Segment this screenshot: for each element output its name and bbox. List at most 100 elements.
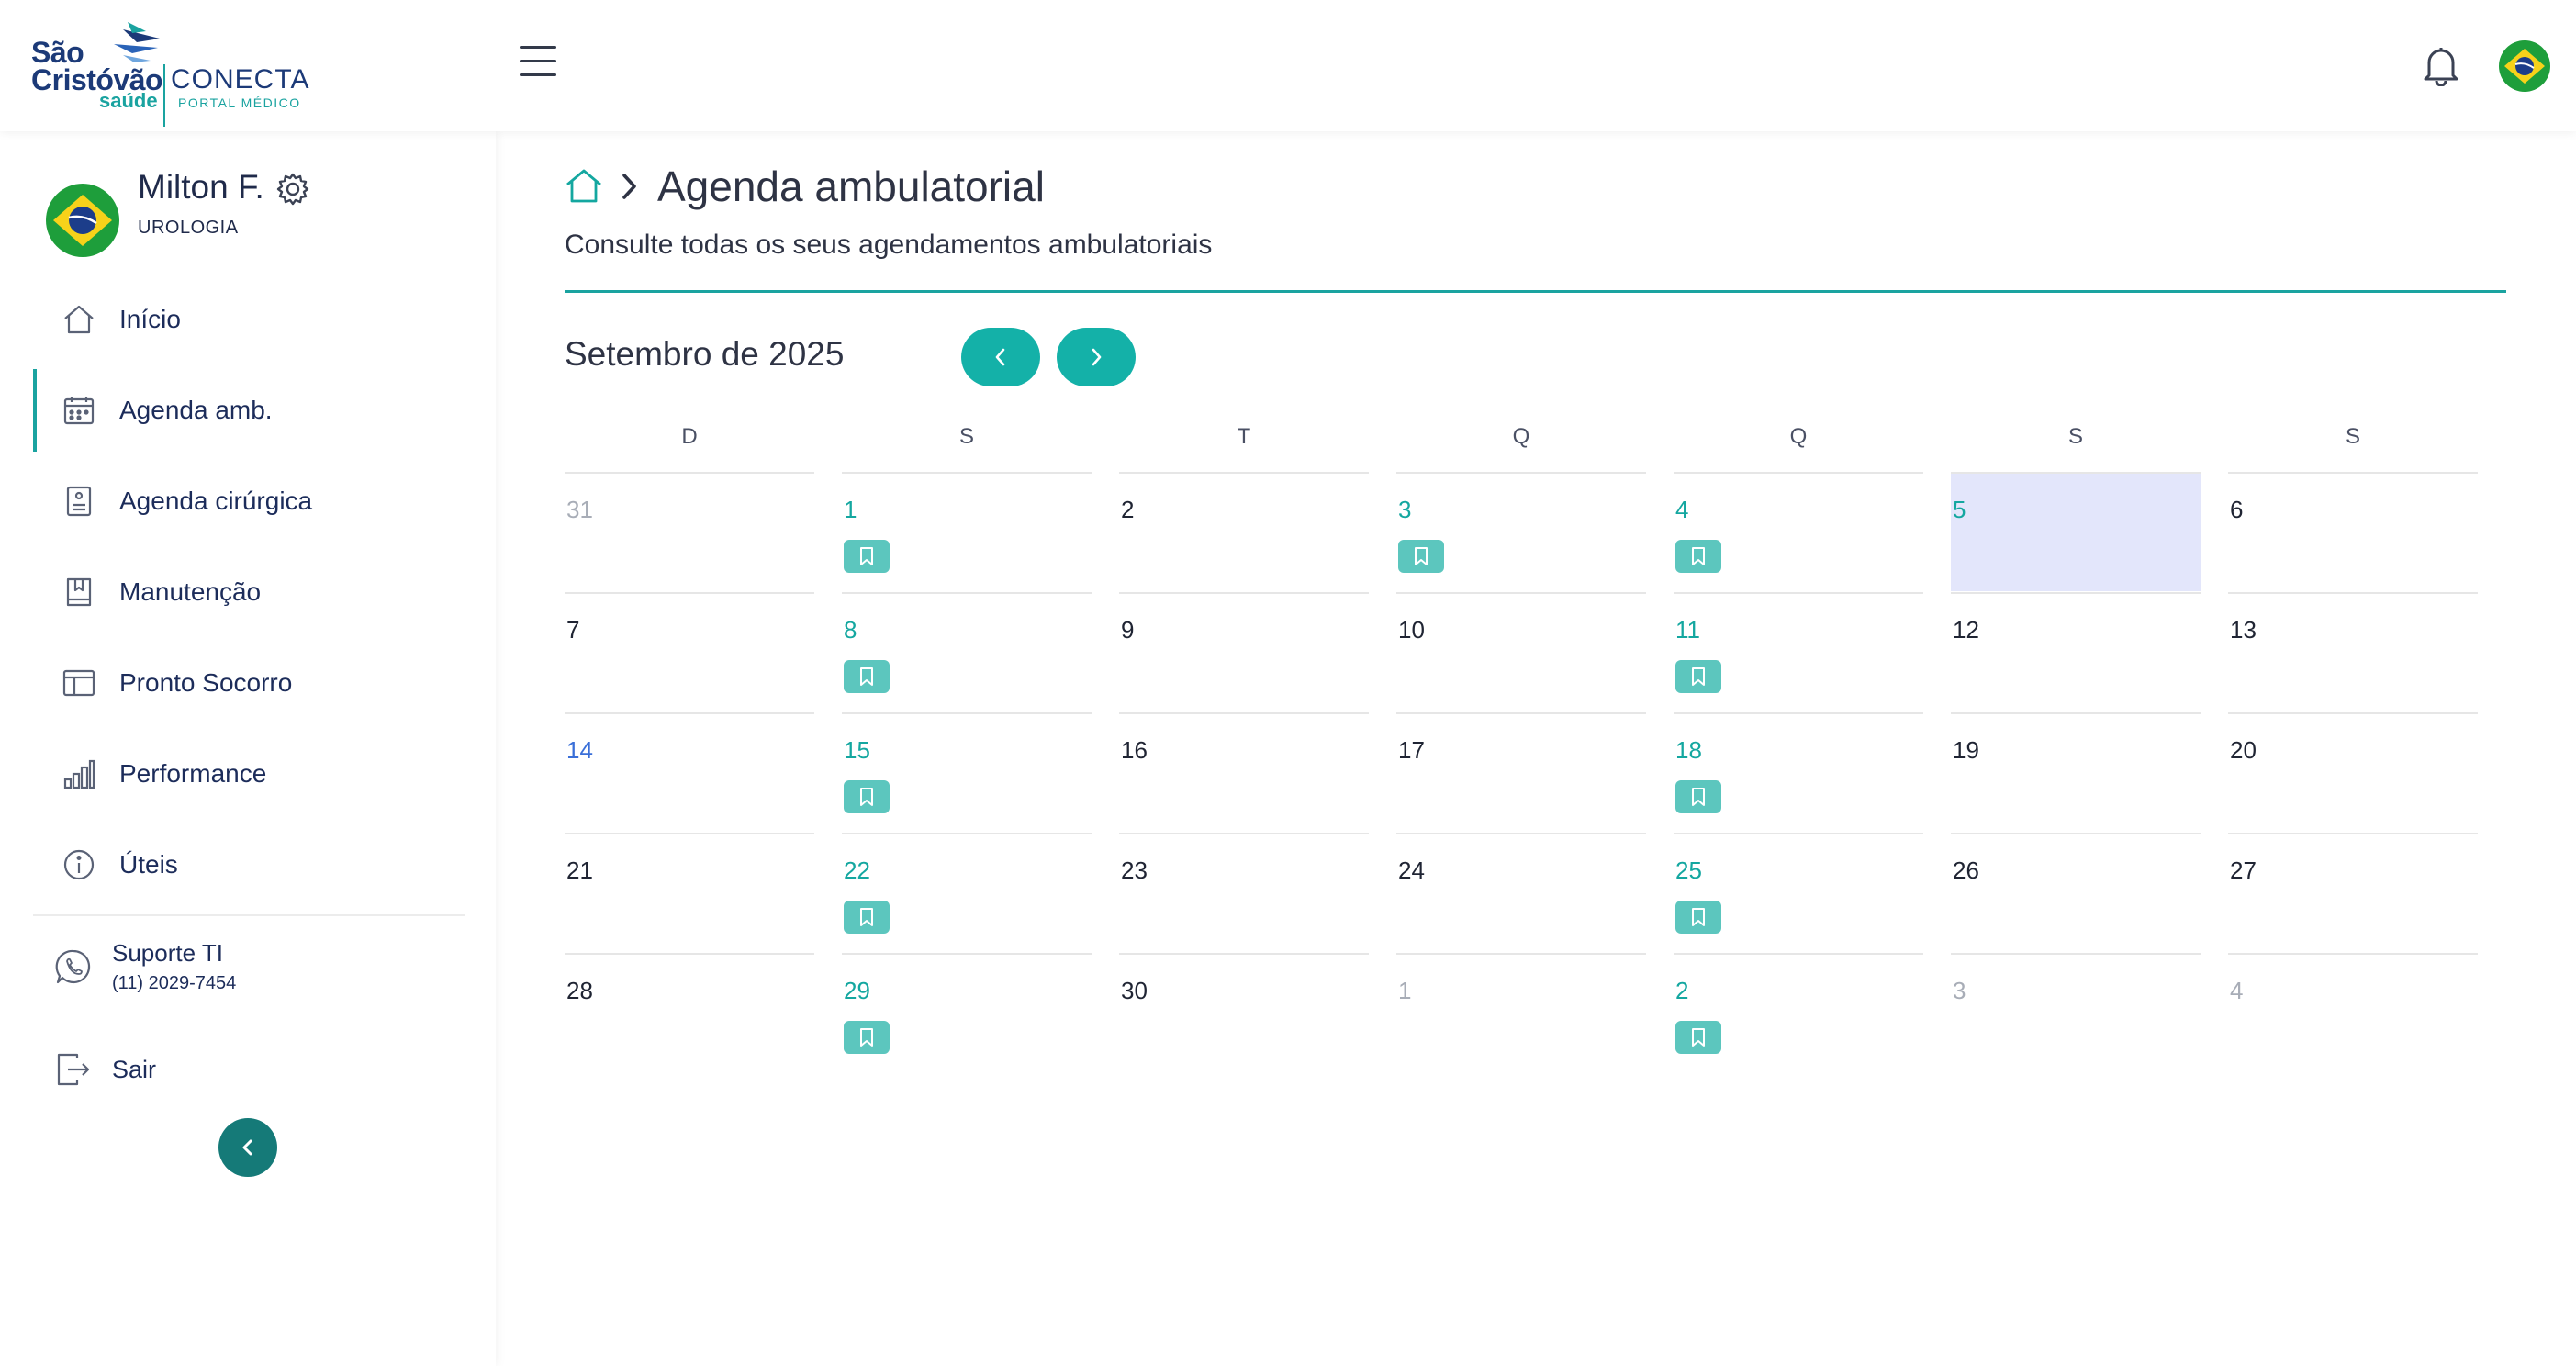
sidebar-item-inicio[interactable]: Início bbox=[33, 278, 465, 361]
profile-specialty: UROLOGIA bbox=[138, 218, 239, 238]
calendar-day[interactable]: 4 bbox=[2228, 953, 2478, 1072]
calendar-day[interactable]: 2 bbox=[1119, 472, 1369, 591]
sidebar-item-agenda-amb[interactable]: Agenda amb. bbox=[33, 369, 465, 452]
appointment-bookmark-icon[interactable] bbox=[844, 780, 890, 813]
calendar-day-number: 26 bbox=[1953, 857, 1979, 884]
calendar-day-number: 29 bbox=[844, 977, 870, 1004]
calendar-day-number: 25 bbox=[1675, 857, 1702, 884]
calendar-day-number: 8 bbox=[844, 616, 857, 644]
calendar-day-number: 13 bbox=[2230, 616, 2257, 644]
sidebar-item-uteis[interactable]: Úteis bbox=[33, 823, 465, 906]
calendar-day[interactable]: 1 bbox=[1396, 953, 1646, 1072]
calendar-day[interactable]: 6 bbox=[2228, 472, 2478, 591]
home-icon[interactable] bbox=[564, 166, 604, 207]
calendar-day[interactable]: 22 bbox=[842, 833, 1092, 952]
calendar-day-number: 4 bbox=[2230, 977, 2244, 1004]
logo-saude-text: saúde bbox=[99, 89, 158, 112]
calendar-day[interactable]: 25 bbox=[1674, 833, 1923, 952]
calendar-day[interactable]: 15 bbox=[842, 712, 1092, 832]
calendar-day[interactable]: 27 bbox=[2228, 833, 2478, 952]
calendar-day-number: 20 bbox=[2230, 736, 2257, 764]
logout-button[interactable]: Sair bbox=[55, 1051, 156, 1088]
calendar-day-number: 14 bbox=[566, 736, 593, 764]
calendar-day-number: 17 bbox=[1398, 736, 1425, 764]
menu-icon[interactable] bbox=[520, 46, 558, 83]
calendar-day[interactable]: 21 bbox=[565, 833, 814, 952]
calendar-day-number: 16 bbox=[1121, 736, 1148, 764]
chevron-left-icon bbox=[242, 1139, 252, 1156]
weekday-label: T bbox=[1237, 424, 1251, 449]
sidebar-item-performance[interactable]: Performance bbox=[33, 733, 465, 815]
calendar-day[interactable]: 20 bbox=[2228, 712, 2478, 832]
sidebar-item-label: Manutenção bbox=[119, 577, 262, 606]
calendar-day[interactable]: 10 bbox=[1396, 592, 1646, 711]
calendar-day-number: 7 bbox=[566, 616, 580, 644]
avatar bbox=[46, 184, 119, 257]
calendar-day[interactable]: 31 bbox=[565, 472, 814, 591]
weekday-label: Q bbox=[1512, 424, 1530, 449]
appointment-bookmark-icon[interactable] bbox=[844, 1021, 890, 1054]
appointment-bookmark-icon[interactable] bbox=[1675, 780, 1721, 813]
calendar-day-number: 31 bbox=[566, 496, 593, 523]
bell-icon[interactable] bbox=[2422, 44, 2460, 87]
calendar-day-number: 3 bbox=[1398, 496, 1412, 523]
logout-icon bbox=[55, 1051, 92, 1088]
calendar-day[interactable]: 2 bbox=[1674, 953, 1923, 1072]
calendar-day-number: 27 bbox=[2230, 857, 2257, 884]
calendar-day[interactable]: 7 bbox=[565, 592, 814, 711]
calendar-day[interactable]: 11 bbox=[1674, 592, 1923, 711]
calendar-day[interactable]: 19 bbox=[1951, 712, 2201, 832]
sidebar-item-agenda-cirurgica[interactable]: Agenda cirúrgica bbox=[33, 460, 465, 543]
calendar-day-number: 15 bbox=[844, 736, 870, 764]
calendar-day[interactable]: 29 bbox=[842, 953, 1092, 1072]
calendar-day[interactable]: 16 bbox=[1119, 712, 1369, 832]
appointment-bookmark-icon[interactable] bbox=[844, 901, 890, 934]
sidebar-item-pronto-socorro[interactable]: Pronto Socorro bbox=[33, 642, 465, 724]
calendar-day[interactable]: 12 bbox=[1951, 592, 2201, 711]
next-month-button[interactable] bbox=[1057, 328, 1136, 386]
calendar-day[interactable]: 13 bbox=[2228, 592, 2478, 711]
appointment-bookmark-icon[interactable] bbox=[1398, 540, 1444, 573]
calendar-day[interactable]: 3 bbox=[1396, 472, 1646, 591]
calendar-day[interactable]: 1 bbox=[842, 472, 1092, 591]
home-icon bbox=[61, 301, 97, 338]
calendar-day[interactable]: 3 bbox=[1951, 953, 2201, 1072]
sao-cristovao-logo[interactable]: São Cristóvão saúde CONECTA PORTAL MÉDIC… bbox=[31, 20, 308, 127]
gear-icon[interactable] bbox=[275, 172, 310, 207]
calendar-day[interactable]: 24 bbox=[1396, 833, 1646, 952]
collapse-sidebar-button[interactable] bbox=[218, 1118, 277, 1177]
calendar-day[interactable]: 28 bbox=[565, 953, 814, 1072]
logo-portal-text: PORTAL MÉDICO bbox=[178, 95, 301, 110]
calendar-day[interactable]: 18 bbox=[1674, 712, 1923, 832]
brazil-flag-icon[interactable] bbox=[2499, 40, 2550, 92]
previous-month-button[interactable] bbox=[961, 328, 1040, 386]
sidebar-item-manutencao[interactable]: Manutenção bbox=[33, 551, 465, 633]
calendar-day-today[interactable]: 5 bbox=[1951, 472, 2201, 591]
calendar-day-number: 9 bbox=[1121, 616, 1135, 644]
sidebar-item-label: Agenda cirúrgica bbox=[119, 487, 313, 515]
calendar-day[interactable]: 30 bbox=[1119, 953, 1369, 1072]
appointment-bookmark-icon[interactable] bbox=[844, 540, 890, 573]
support-link[interactable]: Suporte TI (11) 2029-7454 bbox=[55, 939, 236, 994]
calendar-day-number: 12 bbox=[1953, 616, 1979, 644]
calendar-day[interactable]: 23 bbox=[1119, 833, 1369, 952]
appointment-bookmark-icon[interactable] bbox=[1675, 540, 1721, 573]
appointment-bookmark-icon[interactable] bbox=[844, 660, 890, 693]
calendar-day[interactable]: 17 bbox=[1396, 712, 1646, 832]
chevron-right-icon bbox=[617, 171, 641, 202]
calendar-day-number: 3 bbox=[1953, 977, 1966, 1004]
support-label: Suporte TI bbox=[112, 939, 223, 967]
appointment-bookmark-icon[interactable] bbox=[1675, 1021, 1721, 1054]
calendar-day[interactable]: 26 bbox=[1951, 833, 2201, 952]
calendar-day[interactable]: 8 bbox=[842, 592, 1092, 711]
calendar-day[interactable]: 14 bbox=[565, 712, 814, 832]
clipboard-icon bbox=[61, 483, 97, 520]
appointment-bookmark-icon[interactable] bbox=[1675, 660, 1721, 693]
sidebar-item-label: Performance bbox=[119, 759, 267, 788]
calendar-day-number: 4 bbox=[1675, 496, 1689, 523]
appointment-bookmark-icon[interactable] bbox=[1675, 901, 1721, 934]
calendar-day-number: 21 bbox=[566, 857, 593, 884]
calendar-day[interactable]: 9 bbox=[1119, 592, 1369, 711]
logo-text: São Cristóvão bbox=[31, 36, 163, 96]
calendar-day[interactable]: 4 bbox=[1674, 472, 1923, 591]
